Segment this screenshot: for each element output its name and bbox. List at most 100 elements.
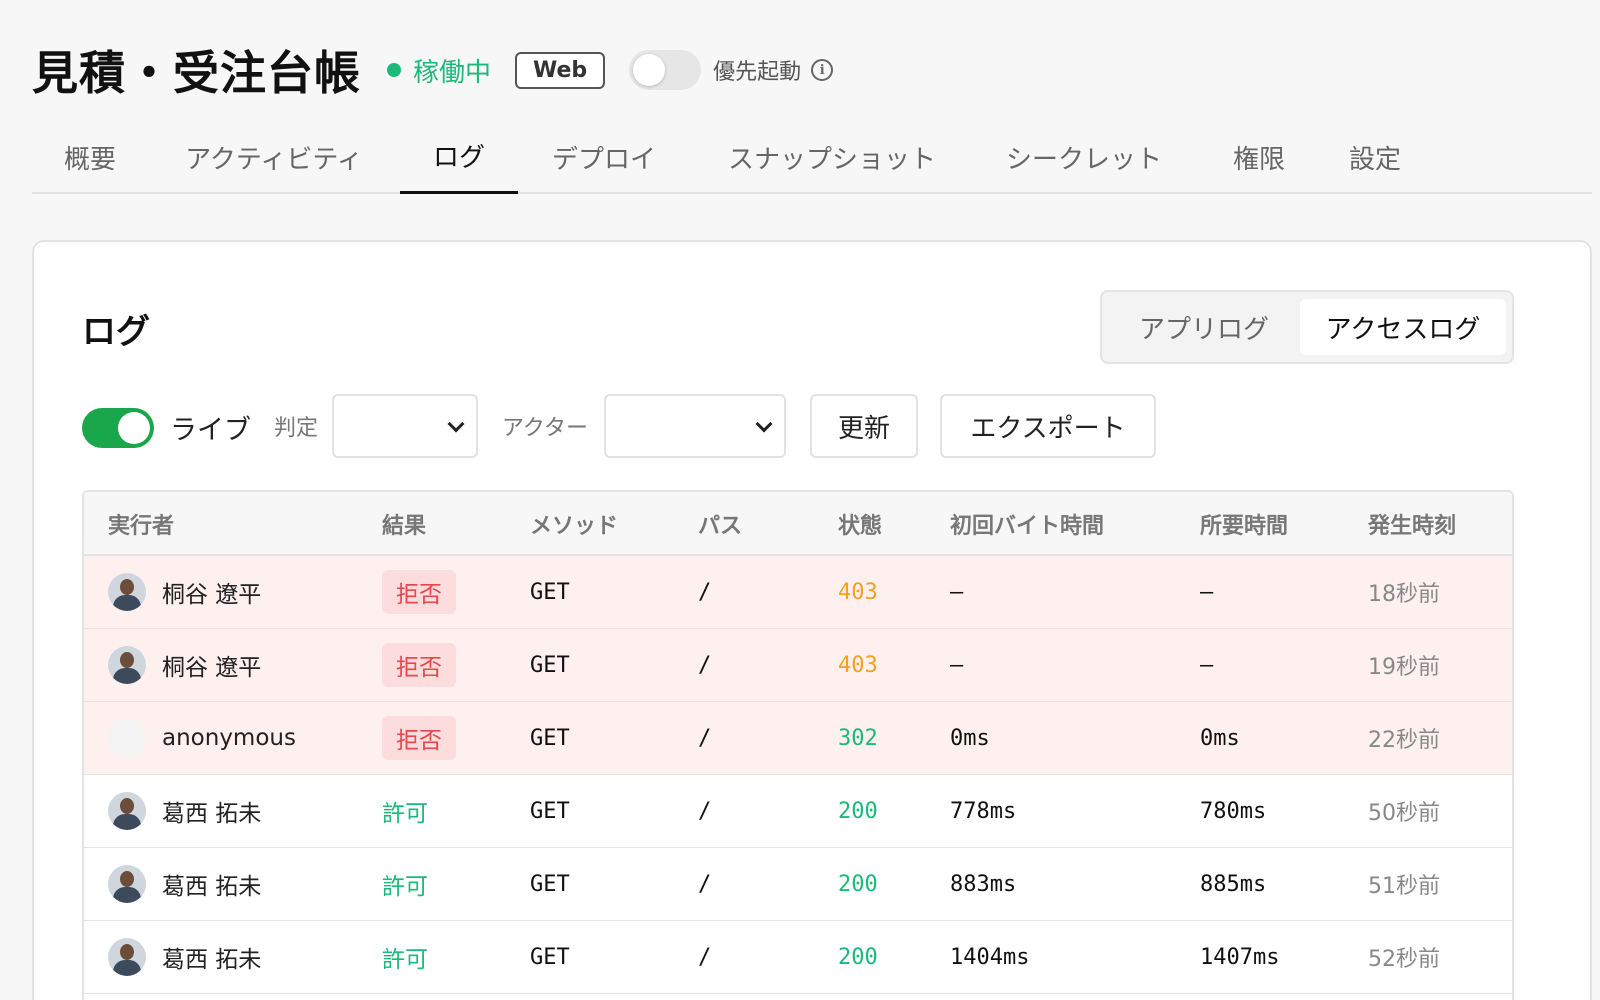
actor-select[interactable] <box>604 394 786 458</box>
status-indicator: 稼働中 <box>387 52 491 89</box>
chevron-down-icon <box>755 415 773 433</box>
table-row[interactable]: 桐谷 遼平 拒否 GET / 403 – – 19秒前 <box>84 629 1512 702</box>
actor-name: anonymous <box>162 725 296 751</box>
result-badge-denied: 拒否 <box>382 570 456 614</box>
actor-cell: 桐谷 遼平 <box>108 556 261 628</box>
live-label: ライブ <box>170 415 251 446</box>
actor-cell: 葛西 拓未 <box>108 775 261 847</box>
table-row[interactable]: 葛西 拓未 許可 GET / 200 778ms 780ms 50秒前 <box>84 775 1512 848</box>
status-cell: 403 <box>838 652 878 678</box>
refresh-button[interactable]: 更新 <box>810 394 918 458</box>
duration-cell: 780ms <box>1200 798 1267 824</box>
avatar <box>108 938 146 976</box>
col-method[interactable]: メソッド <box>530 508 618 540</box>
toggle-knob <box>633 54 666 86</box>
tab-deploy[interactable]: デプロイ <box>540 120 668 194</box>
tab-overview[interactable]: 概要 <box>32 120 148 194</box>
logs-panel: ログ アプリログ アクセスログ ライブ 判定 アクター 更新 エクスポート 実行… <box>32 240 1592 1000</box>
result-cell: 許可 <box>382 848 428 920</box>
occurred-cell: 51秒前 <box>1368 874 1440 899</box>
status-dot-icon <box>387 63 401 77</box>
actor-cell: 葛西 拓未 <box>108 921 261 993</box>
status-cell: 200 <box>838 798 878 824</box>
method-cell: GET <box>530 579 570 605</box>
table-row[interactable]: 葛西 拓未 許可 GET / 200 883ms 885ms 51秒前 <box>84 848 1512 921</box>
anonymous-avatar <box>108 719 146 757</box>
table-row[interactable]: 桐谷 遼平 拒否 GET / 403 – – 18秒前 <box>84 556 1512 629</box>
result-cell: 拒否 <box>382 556 456 628</box>
actor-label: アクター <box>502 416 589 441</box>
actor-name: 葛西 拓未 <box>162 947 262 973</box>
col-actor[interactable]: 実行者 <box>108 508 174 540</box>
col-path[interactable]: パス <box>698 508 742 540</box>
tab-secrets[interactable]: シークレット <box>992 120 1176 194</box>
ttfb-cell: 778ms <box>950 798 1017 824</box>
result-allowed: 許可 <box>382 874 428 900</box>
export-button[interactable]: エクスポート <box>940 394 1156 458</box>
table-row[interactable]: anonymous 拒否 GET / 302 0ms 0ms 22秒前 <box>84 702 1512 775</box>
duration-cell: – <box>1200 579 1214 605</box>
tab-permissions[interactable]: 権限 <box>1218 120 1300 194</box>
method-cell: GET <box>530 871 570 897</box>
result-cell: 許可 <box>382 775 428 847</box>
col-ttfb[interactable]: 初回バイト時間 <box>950 508 1104 540</box>
occurred-cell: 22秒前 <box>1368 728 1440 753</box>
ttfb-cell: – <box>950 579 964 605</box>
table-row[interactable]: 葛西 拓未 許可 GET / 200 1404ms 1407ms 52秒前 <box>84 921 1512 994</box>
tab-bar: 概要 アクティビティ ログ デプロイ スナップショット シークレット 権限 設定 <box>32 120 1592 194</box>
panel-title: ログ <box>82 312 150 352</box>
verdict-select[interactable] <box>332 394 478 458</box>
log-type-switch: アプリログ アクセスログ <box>1100 290 1514 364</box>
col-result[interactable]: 結果 <box>382 508 426 540</box>
avatar <box>108 792 146 830</box>
col-duration[interactable]: 所要時間 <box>1200 508 1288 540</box>
result-badge-denied: 拒否 <box>382 716 456 760</box>
result-allowed: 許可 <box>382 801 428 827</box>
actor-name: 葛西 拓未 <box>162 874 262 900</box>
table-header: 実行者 結果 メソッド パス 状態 初回バイト時間 所要時間 発生時刻 <box>84 492 1512 556</box>
status-cell: 200 <box>838 871 878 897</box>
toggle-knob <box>118 412 150 444</box>
tab-settings[interactable]: 設定 <box>1334 120 1416 194</box>
filter-bar: ライブ 判定 アクター 更新 エクスポート <box>82 394 1522 458</box>
chevron-down-icon <box>447 415 465 433</box>
web-badge: Web <box>515 51 606 89</box>
avatar <box>108 573 146 611</box>
live-toggle[interactable] <box>82 408 154 448</box>
access-log-tab[interactable]: アクセスログ <box>1300 299 1506 355</box>
ttfb-cell: – <box>950 652 964 678</box>
duration-cell: 1407ms <box>1200 944 1280 970</box>
path-cell: / <box>698 652 712 678</box>
info-icon[interactable]: i <box>811 59 834 81</box>
tab-snapshots[interactable]: スナップショット <box>712 120 952 194</box>
path-cell: / <box>698 871 712 897</box>
avatar <box>108 865 146 903</box>
result-allowed: 許可 <box>382 947 428 973</box>
status-text: 稼働中 <box>413 57 492 88</box>
actor-cell: 葛西 拓未 <box>108 848 261 920</box>
ttfb-cell: 1404ms <box>950 944 1030 970</box>
col-status[interactable]: 状態 <box>838 508 882 540</box>
priority-toggle[interactable] <box>629 50 702 90</box>
method-cell: GET <box>530 944 570 970</box>
access-log-table: 実行者 結果 メソッド パス 状態 初回バイト時間 所要時間 発生時刻 桐谷 遼… <box>82 490 1514 1000</box>
ttfb-cell: 0ms <box>950 725 990 751</box>
status-cell: 302 <box>838 725 878 751</box>
path-cell: / <box>698 725 712 751</box>
occurred-cell: 52秒前 <box>1368 947 1440 972</box>
priority-label: 優先起動 <box>713 60 802 85</box>
actor-name: 桐谷 遼平 <box>162 582 262 608</box>
tab-activity[interactable]: アクティビティ <box>172 120 376 194</box>
verdict-label: 判定 <box>274 416 319 441</box>
app-log-tab[interactable]: アプリログ <box>1108 299 1300 355</box>
duration-cell: – <box>1200 652 1214 678</box>
occurred-cell: 18秒前 <box>1368 582 1440 607</box>
col-occurred[interactable]: 発生時刻 <box>1368 508 1456 540</box>
occurred-cell: 50秒前 <box>1368 801 1440 826</box>
duration-cell: 885ms <box>1200 871 1267 897</box>
actor-name: 葛西 拓未 <box>162 801 262 827</box>
tab-logs[interactable]: ログ <box>400 120 518 194</box>
method-cell: GET <box>530 652 570 678</box>
path-cell: / <box>698 944 712 970</box>
occurred-cell: 19秒前 <box>1368 655 1440 680</box>
